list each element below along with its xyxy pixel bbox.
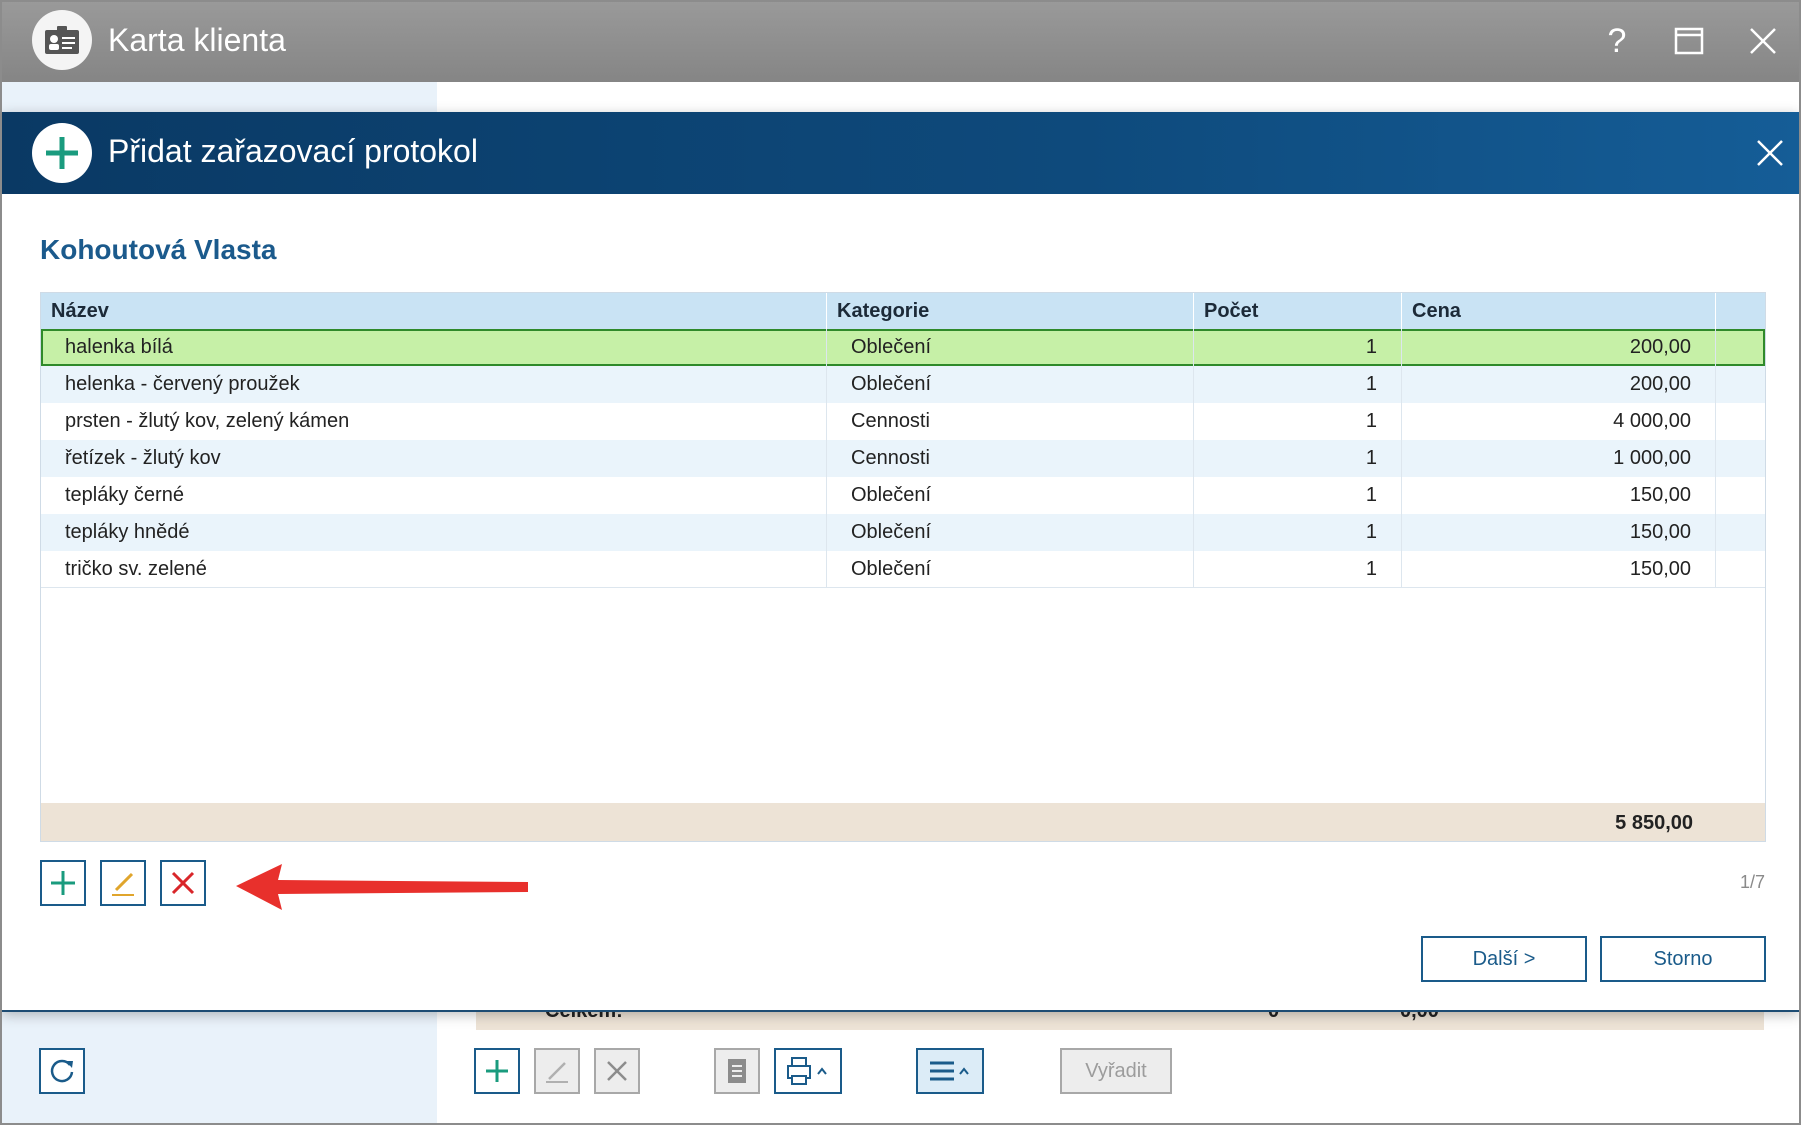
client-name: Kohoutová Vlasta (40, 234, 277, 265)
row-count: 1 (1194, 477, 1402, 514)
table-row[interactable]: tričko sv. zelené Oblečení 1 150,00 (41, 551, 1765, 588)
document-icon (728, 1059, 746, 1083)
red-arrow-annotation-icon (236, 864, 528, 910)
row-name: tepláky černé (41, 477, 827, 514)
discard-button[interactable]: Vyřadit (1060, 1048, 1172, 1094)
add-icon (51, 871, 75, 895)
table-row[interactable]: prsten - žlutý kov, zelený kámen Cennost… (41, 403, 1765, 440)
delete-item-button[interactable] (160, 860, 206, 906)
pencil-icon (112, 872, 134, 896)
add-protocol-dialog: Přidat zařazovací protokol Kohoutová Vla… (2, 112, 1799, 1012)
next-button[interactable]: Další > (1421, 936, 1587, 982)
row-price: 150,00 (1402, 514, 1716, 551)
menu-icon (930, 1061, 969, 1081)
background-menu-button[interactable] (916, 1048, 984, 1094)
delete-icon (171, 871, 195, 895)
table-row[interactable]: řetízek - žlutý kov Cennosti 1 1 000,00 (41, 440, 1765, 477)
column-header-category[interactable]: Kategorie (827, 293, 1194, 329)
row-name: halenka bílá (41, 329, 827, 366)
column-header-count[interactable]: Počet (1194, 293, 1402, 329)
background-print-button[interactable] (774, 1048, 842, 1094)
row-extra (1716, 403, 1765, 440)
row-price: 1 000,00 (1402, 440, 1716, 477)
row-price: 150,00 (1402, 551, 1716, 588)
printer-icon (787, 1057, 827, 1085)
outer-titlebar: Karta klienta ? (0, 0, 1801, 82)
background-document-button[interactable] (714, 1048, 760, 1094)
client-card-icon (32, 10, 92, 70)
row-count: 1 (1194, 403, 1402, 440)
row-extra (1716, 551, 1765, 588)
row-price: 200,00 (1402, 329, 1716, 366)
row-count: 1 (1194, 551, 1402, 588)
record-pager: 1/7 (1739, 872, 1765, 892)
row-category: Oblečení (827, 329, 1194, 366)
row-name: řetízek - žlutý kov (41, 440, 827, 477)
discard-button-label: Vyřadit (1085, 1059, 1147, 1082)
delete-icon (607, 1061, 627, 1081)
dialog-close-icon[interactable] (1744, 127, 1796, 179)
table-row[interactable]: helenka - červený proužek Oblečení 1 200… (41, 366, 1765, 403)
row-name: tepláky hnědé (41, 514, 827, 551)
row-extra (1716, 366, 1765, 403)
row-price: 200,00 (1402, 366, 1716, 403)
close-icon[interactable] (1736, 14, 1790, 68)
grid-total: 5 850,00 (1615, 812, 1693, 834)
table-row[interactable]: halenka bílá Oblečení 1 200,00 (41, 329, 1765, 366)
help-glyph: ? (1607, 21, 1627, 60)
cancel-button[interactable]: Storno (1600, 936, 1766, 982)
row-extra (1716, 329, 1765, 366)
row-count: 1 (1194, 366, 1402, 403)
column-header-extra (1716, 293, 1765, 329)
row-category: Oblečení (827, 477, 1194, 514)
refresh-button[interactable] (39, 1048, 85, 1094)
background-add-button[interactable] (474, 1048, 520, 1094)
refresh-icon (50, 1059, 74, 1083)
row-name: tričko sv. zelené (41, 551, 827, 588)
add-circle-icon (32, 123, 92, 183)
maximize-icon[interactable] (1662, 14, 1716, 68)
row-name: prsten - žlutý kov, zelený kámen (41, 403, 827, 440)
table-row[interactable]: tepláky hnědé Oblečení 1 150,00 (41, 514, 1765, 551)
background-edit-button[interactable] (534, 1048, 580, 1094)
row-count: 1 (1194, 329, 1402, 366)
column-header-name[interactable]: Název (41, 293, 827, 329)
table-row[interactable]: tepláky černé Oblečení 1 150,00 (41, 477, 1765, 514)
add-icon (486, 1060, 508, 1082)
grid-header: Název Kategorie Počet Cena (41, 293, 1765, 329)
row-name: helenka - červený proužek (41, 366, 827, 403)
background-delete-button[interactable] (594, 1048, 640, 1094)
row-count: 1 (1194, 514, 1402, 551)
edit-icon (546, 1062, 568, 1083)
row-price: 4 000,00 (1402, 403, 1716, 440)
dialog-header: Přidat zařazovací protokol (2, 112, 1799, 194)
window-title: Karta klienta (108, 22, 286, 58)
dialog-title: Přidat zařazovací protokol (108, 133, 478, 169)
row-category: Cennosti (827, 440, 1194, 477)
row-count: 1 (1194, 440, 1402, 477)
row-category: Oblečení (827, 366, 1194, 403)
row-price: 150,00 (1402, 477, 1716, 514)
row-extra (1716, 514, 1765, 551)
row-category: Oblečení (827, 551, 1194, 588)
edit-item-button[interactable] (100, 860, 146, 906)
column-header-price[interactable]: Cena (1402, 293, 1716, 329)
help-icon[interactable]: ? (1590, 14, 1644, 68)
add-item-button[interactable] (40, 860, 86, 906)
row-extra (1716, 477, 1765, 514)
row-extra (1716, 440, 1765, 477)
row-category: Oblečení (827, 514, 1194, 551)
row-category: Cennosti (827, 403, 1194, 440)
grid-footer: 5 850,00 (41, 803, 1765, 841)
items-grid: Název Kategorie Počet Cena halenka bílá … (40, 292, 1766, 842)
